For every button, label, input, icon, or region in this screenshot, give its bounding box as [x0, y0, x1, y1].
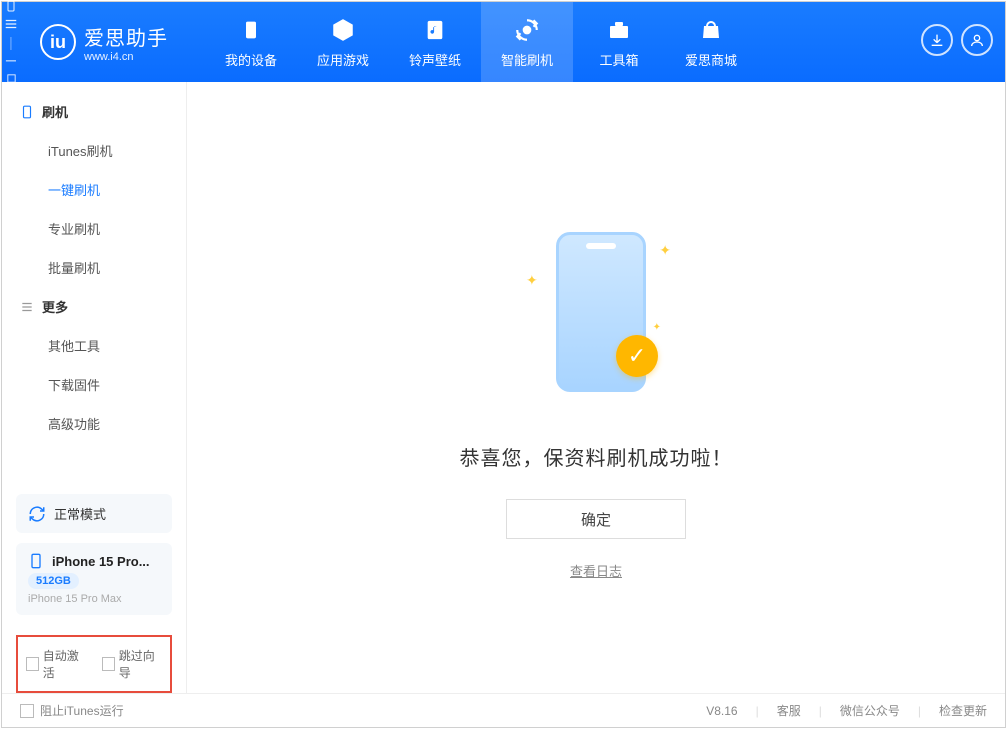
block-itunes-checkbox[interactable]: 阻止iTunes运行 [20, 702, 124, 719]
sparkle-icon: ✦ [659, 242, 671, 259]
storage-badge: 512GB [28, 573, 79, 589]
nav-label: 应用游戏 [317, 50, 369, 69]
sparkle-icon: ✦ [526, 272, 538, 289]
nav-label: 爱思商城 [685, 50, 737, 69]
skip-wizard-checkbox[interactable]: 跳过向导 [102, 647, 162, 681]
sparkle-icon: ✦ [653, 322, 661, 333]
nav-flash[interactable]: 智能刷机 [481, 2, 573, 82]
refresh-icon [28, 505, 46, 523]
main-content: ✦ ✦ ✦ ✓ 恭喜您，保资料刷机成功啦！ 确定 查看日志 [187, 82, 1005, 693]
version-label: V8.16 [706, 704, 737, 718]
nav-toolbox[interactable]: 工具箱 [573, 2, 665, 82]
app-url: www.i4.cn [84, 51, 168, 63]
separator: | [819, 704, 822, 718]
sidebar-item-pro-flash[interactable]: 专业刷机 [2, 209, 186, 248]
list-icon [20, 300, 34, 314]
music-icon [421, 16, 449, 44]
sidebar-item-batch-flash[interactable]: 批量刷机 [2, 248, 186, 287]
auto-activate-checkbox[interactable]: 自动激活 [26, 647, 86, 681]
nav-label: 铃声壁纸 [409, 50, 461, 69]
phone-icon[interactable] [2, 0, 20, 15]
group-title: 更多 [42, 297, 68, 316]
separator: | [918, 704, 921, 718]
options-box: 自动激活 跳过向导 [16, 635, 172, 693]
header-actions [921, 24, 1005, 60]
minimize-button[interactable]: ─ [2, 51, 20, 69]
maximize-button[interactable] [2, 69, 20, 87]
nav-store[interactable]: 爱思商城 [665, 2, 757, 82]
menu-icon[interactable] [2, 15, 20, 33]
nav-my-device[interactable]: 我的设备 [205, 2, 297, 82]
support-link[interactable]: 客服 [777, 702, 801, 719]
nav-ringtones[interactable]: 铃声壁纸 [389, 2, 481, 82]
checkbox-label: 自动激活 [43, 647, 86, 681]
close-button[interactable]: ✕ [2, 87, 20, 105]
mode-label: 正常模式 [54, 504, 106, 523]
app-name: 爱思助手 [84, 22, 168, 51]
success-illustration: ✦ ✦ ✦ ✓ [516, 212, 676, 412]
phone-icon [28, 553, 44, 569]
refresh-gear-icon [513, 16, 541, 44]
group-title: 刷机 [42, 102, 68, 121]
cube-icon [329, 16, 357, 44]
separator: | [756, 704, 759, 718]
sidebar: 刷机 iTunes刷机 一键刷机 专业刷机 批量刷机 更多 其他工具 下载固件 … [2, 82, 187, 693]
footer: 阻止iTunes运行 V8.16 | 客服 | 微信公众号 | 检查更新 [2, 693, 1005, 727]
mode-indicator[interactable]: 正常模式 [16, 494, 172, 533]
device-name: iPhone 15 Pro... [52, 554, 150, 569]
download-button[interactable] [921, 24, 953, 56]
device-card[interactable]: iPhone 15 Pro... 512GB iPhone 15 Pro Max [16, 543, 172, 615]
nav-label: 智能刷机 [501, 50, 553, 69]
top-nav: 我的设备 应用游戏 铃声壁纸 智能刷机 工具箱 爱思商城 [205, 2, 921, 82]
sidebar-item-download-firmware[interactable]: 下载固件 [2, 365, 186, 404]
toolbox-icon [605, 16, 633, 44]
sidebar-group-flash[interactable]: 刷机 [2, 92, 186, 131]
logo-icon: iu [40, 24, 76, 60]
checkbox-label: 跳过向导 [119, 647, 162, 681]
sidebar-item-advanced[interactable]: 高级功能 [2, 404, 186, 443]
sidebar-item-oneclick-flash[interactable]: 一键刷机 [2, 170, 186, 209]
nav-label: 工具箱 [599, 50, 638, 69]
checkbox-icon [26, 657, 39, 671]
bag-icon [697, 16, 725, 44]
wechat-link[interactable]: 微信公众号 [840, 702, 900, 719]
device-icon [237, 16, 265, 44]
divider-icon: | [2, 33, 20, 51]
nav-label: 我的设备 [225, 50, 277, 69]
view-log-link[interactable]: 查看日志 [570, 561, 622, 580]
device-full-name: iPhone 15 Pro Max [28, 593, 160, 605]
checkbox-icon [20, 704, 34, 718]
window-controls: | ─ ✕ [2, 0, 20, 105]
checkbox-label: 阻止iTunes运行 [40, 702, 124, 719]
success-message: 恭喜您，保资料刷机成功啦！ [460, 442, 733, 471]
sidebar-item-itunes-flash[interactable]: iTunes刷机 [2, 131, 186, 170]
checkbox-icon [102, 657, 115, 671]
sidebar-group-more[interactable]: 更多 [2, 287, 186, 326]
nav-apps[interactable]: 应用游戏 [297, 2, 389, 82]
app-header: | ─ ✕ iu 爱思助手 www.i4.cn 我的设备 应用游戏 铃声壁纸 [2, 2, 1005, 82]
sidebar-item-other-tools[interactable]: 其他工具 [2, 326, 186, 365]
phone-outline-icon [20, 105, 34, 119]
check-badge-icon: ✓ [616, 335, 658, 377]
ok-button[interactable]: 确定 [506, 499, 686, 539]
check-update-link[interactable]: 检查更新 [939, 702, 987, 719]
user-button[interactable] [961, 24, 993, 56]
app-logo: iu 爱思助手 www.i4.cn [20, 22, 205, 63]
